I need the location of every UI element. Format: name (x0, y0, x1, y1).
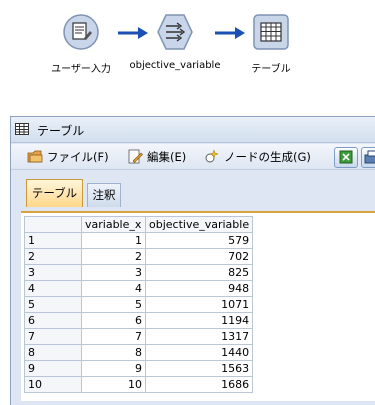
menu-file-label: ファイル(F) (47, 150, 109, 164)
connector-arrow (118, 27, 148, 39)
cell-objective-variable[interactable]: 1686 (144, 376, 254, 393)
tab-strip: テーブル 注釈 (11, 171, 375, 211)
cell-objective-variable[interactable]: 1194 (144, 312, 254, 329)
menu-generate-label: ノードの生成(G) (224, 150, 311, 164)
table-row[interactable]: 9 9 1563 (24, 360, 254, 377)
table-row[interactable]: 7 7 1317 (24, 328, 254, 345)
table-row[interactable]: 2 2 702 (24, 248, 254, 265)
cell-variable-x[interactable]: 7 (81, 328, 146, 345)
menu-edit[interactable]: 編集(E) (127, 148, 197, 166)
cell-variable-x[interactable]: 6 (81, 312, 146, 329)
print-icon (364, 150, 375, 164)
table-row[interactable]: 3 3 825 (24, 264, 254, 281)
user-input-icon (63, 14, 99, 50)
menu-generate[interactable]: ノードの生成(G) (204, 148, 324, 166)
table-row[interactable]: 6 6 1194 (24, 312, 254, 329)
row-number[interactable]: 5 (24, 296, 82, 313)
row-number[interactable]: 9 (24, 360, 82, 377)
stream-canvas: ユーザー入力 objective_variable テーブル (0, 0, 375, 100)
export-button[interactable] (334, 147, 358, 168)
cell-objective-variable[interactable]: 579 (144, 232, 254, 249)
cell-variable-x[interactable]: 2 (81, 248, 146, 265)
column-header-objective-variable[interactable]: objective_variable (144, 216, 254, 233)
cell-objective-variable[interactable]: 1317 (144, 328, 254, 345)
cell-objective-variable[interactable]: 1071 (144, 296, 254, 313)
cell-variable-x[interactable]: 4 (81, 280, 146, 297)
menubar: ファイル(F) 編集(E) ノードの生成(G) (11, 144, 375, 170)
cell-variable-x[interactable]: 3 (81, 264, 146, 281)
table-row[interactable]: 1 1 579 (24, 232, 254, 249)
generate-icon (205, 149, 219, 163)
menu-file[interactable]: ファイル(F) (27, 148, 117, 166)
window-titlebar[interactable]: テーブル (11, 117, 375, 143)
table-row[interactable]: 5 5 1071 (24, 296, 254, 313)
row-number[interactable]: 8 (24, 344, 82, 361)
table-icon (15, 123, 29, 135)
menu-edit-label: 編集(E) (147, 150, 187, 164)
table-row[interactable]: 8 8 1440 (24, 344, 254, 361)
connector-arrow (215, 27, 245, 39)
cell-variable-x[interactable]: 9 (81, 360, 146, 377)
row-number[interactable]: 2 (24, 248, 82, 265)
node-label: objective_variable (129, 60, 221, 71)
tab-annotations[interactable]: 注釈 (87, 183, 121, 207)
folder-icon (27, 150, 43, 163)
table-row[interactable]: 10 10 1686 (24, 376, 254, 393)
row-number[interactable]: 3 (24, 264, 82, 281)
data-table: variable_x objective_variable 1 1 579 2 2 702… (24, 216, 254, 393)
cell-objective-variable[interactable]: 702 (144, 248, 254, 265)
table-icon (253, 14, 289, 50)
row-number[interactable]: 6 (24, 312, 82, 329)
table-row[interactable]: 4 4 948 (24, 280, 254, 297)
row-number[interactable]: 4 (24, 280, 82, 297)
corner-cell (24, 216, 82, 233)
edit-icon (128, 149, 143, 164)
cell-variable-x[interactable]: 5 (81, 296, 146, 313)
export-icon (339, 150, 353, 164)
cell-objective-variable[interactable]: 1563 (144, 360, 254, 377)
table-output-window: テーブル ファイル(F) 編集(E) ノードの生成(G) テーブル 注釈 var… (10, 116, 375, 405)
cell-variable-x[interactable]: 8 (81, 344, 146, 361)
table-header-row: variable_x objective_variable (24, 216, 254, 233)
table-grid-area: variable_x objective_variable 1 1 579 2 2 702… (21, 211, 375, 401)
row-number[interactable]: 1 (24, 232, 82, 249)
row-number[interactable]: 7 (24, 328, 82, 345)
cell-objective-variable[interactable]: 1440 (144, 344, 254, 361)
node-label: テーブル (251, 64, 291, 75)
cell-objective-variable[interactable]: 948 (144, 280, 254, 297)
cell-variable-x[interactable]: 1 (81, 232, 146, 249)
window-title: テーブル (37, 124, 85, 138)
cell-variable-x[interactable]: 10 (81, 376, 146, 393)
tab-table[interactable]: テーブル (26, 179, 83, 207)
print-button[interactable] (361, 147, 375, 168)
column-header-variable-x[interactable]: variable_x (81, 216, 146, 233)
row-number[interactable]: 10 (24, 376, 82, 393)
cell-objective-variable[interactable]: 825 (144, 264, 254, 281)
derive-icon (157, 14, 193, 50)
